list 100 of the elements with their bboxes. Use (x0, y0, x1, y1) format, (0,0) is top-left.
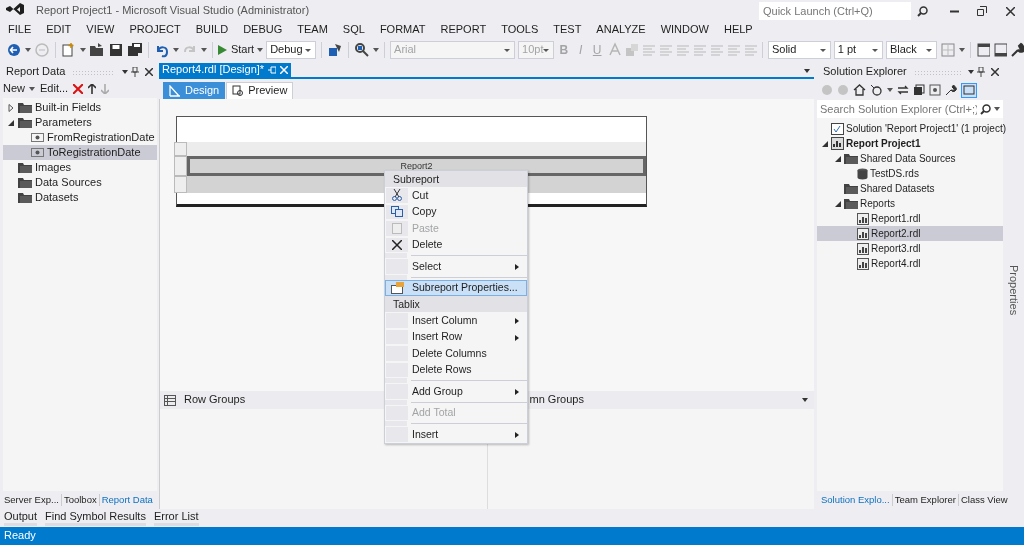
footer-icon[interactable] (992, 42, 1007, 58)
menu-item[interactable]: BUILD (195, 23, 229, 37)
new-button[interactable]: New (3, 82, 35, 96)
menu-item[interactable]: VIEW (86, 23, 115, 37)
menu-item[interactable]: Insert Column (385, 312, 527, 329)
menu-item[interactable]: FORMAT (379, 23, 426, 37)
expander-icon[interactable] (7, 103, 15, 112)
tree-item[interactable]: Images (3, 160, 157, 175)
caret-icon[interactable] (29, 87, 35, 91)
start-button[interactable]: Start (217, 43, 255, 57)
save-all-icon[interactable] (126, 42, 143, 58)
panel-tab[interactable]: Solution Explo... (819, 494, 893, 506)
menu-item[interactable]: Copy (385, 203, 527, 220)
menu-item[interactable]: REPORT (440, 23, 487, 37)
caret-icon[interactable] (79, 48, 86, 52)
view-tab[interactable]: Preview (226, 82, 294, 99)
tree-item[interactable]: FromRegistrationDate (3, 130, 157, 145)
border-width-dropdown[interactable]: 1 pt (833, 41, 883, 59)
font-color-icon[interactable] (607, 42, 621, 58)
menu-item[interactable]: TOOLS (501, 23, 539, 37)
menu-item[interactable]: Select (385, 258, 527, 275)
dropdown-icon[interactable] (802, 398, 808, 402)
tree-item[interactable]: Report Project1 (817, 136, 1003, 151)
dropdown-icon[interactable] (968, 70, 974, 74)
panel-tab[interactable]: Class View (958, 494, 1010, 506)
expander-icon[interactable] (834, 199, 842, 208)
menu-item[interactable]: HELP (723, 23, 753, 37)
new-project-icon[interactable] (60, 42, 77, 58)
configuration-dropdown[interactable]: Debug (266, 41, 317, 59)
wrench-icon[interactable] (1009, 42, 1024, 58)
dropdown-icon[interactable] (804, 69, 810, 73)
menu-item[interactable]: ANALYZE (596, 23, 646, 37)
menu-item[interactable]: Delete Columns (385, 345, 527, 362)
caret-icon[interactable] (887, 88, 893, 92)
tree-item[interactable]: Data Sources (3, 175, 157, 190)
tree-item[interactable]: Datasets (3, 190, 157, 205)
quick-launch-field[interactable]: Quick Launch (Ctrl+Q) (759, 2, 911, 20)
show-files-icon[interactable] (929, 84, 941, 96)
row-handle[interactable] (174, 142, 187, 156)
subreport[interactable]: Report2 (187, 156, 646, 176)
tree-item[interactable]: Shared Data Sources (817, 151, 1003, 166)
search-field[interactable]: Search Solution Explorer (Ctrl+;) (817, 100, 1003, 118)
border-color-dropdown[interactable]: Black (885, 41, 937, 59)
back-icon[interactable] (6, 42, 22, 58)
menu-item[interactable]: TEST (553, 23, 582, 37)
menu-item[interactable]: Delete (385, 236, 527, 253)
menu-item[interactable]: EDIT (46, 23, 72, 37)
expander-icon[interactable] (821, 139, 829, 148)
tree-item[interactable]: Shared Datasets (817, 181, 1003, 196)
history-icon[interactable] (870, 84, 883, 96)
panel-tab[interactable]: Server Exp... (2, 494, 62, 506)
panel-tab[interactable]: Team Explorer (892, 494, 959, 506)
save-icon[interactable] (107, 42, 124, 58)
tree-item[interactable]: Parameters (3, 115, 157, 130)
open-folder-icon[interactable] (88, 42, 105, 58)
menu-item[interactable]: SQL (342, 23, 365, 37)
pin-icon[interactable] (977, 67, 985, 77)
edit-button[interactable]: Edit... (40, 82, 69, 96)
menu-item[interactable]: DEBUG (243, 23, 283, 37)
caret-icon[interactable] (257, 48, 264, 52)
delete-icon[interactable] (73, 84, 84, 94)
menu-item[interactable]: Insert Row (385, 328, 527, 345)
tree-item[interactable]: Report3.rdl (817, 241, 1003, 256)
tree-item[interactable]: Report2.rdl (817, 226, 1003, 241)
row-handle[interactable] (174, 156, 187, 176)
caret-icon[interactable] (994, 107, 1000, 111)
menu-item[interactable]: FILE (8, 23, 32, 37)
close-icon[interactable] (991, 68, 999, 76)
attach-icon[interactable] (327, 42, 344, 58)
close-icon[interactable] (145, 68, 153, 76)
sync-icon[interactable] (897, 84, 909, 96)
tree-item[interactable]: Report4.rdl (817, 256, 1003, 271)
expander-icon[interactable] (7, 118, 15, 127)
menu-item[interactable]: Add Group (385, 383, 527, 400)
menu-item[interactable]: Insert (385, 426, 527, 443)
search-icon[interactable] (917, 5, 928, 17)
home-icon[interactable] (853, 84, 866, 96)
menu-item[interactable]: TEAM (297, 23, 328, 37)
tree-item[interactable]: ToRegistrationDate (3, 145, 157, 160)
panel-tab[interactable]: Toolbox (61, 494, 100, 506)
find-icon[interactable] (354, 42, 371, 58)
header-icon[interactable] (975, 42, 990, 58)
collapse-icon[interactable] (913, 84, 925, 96)
caret-icon[interactable] (25, 48, 31, 52)
background-color-icon[interactable] (624, 42, 638, 58)
tree-item[interactable]: Reports (817, 196, 1003, 211)
menu-item[interactable]: WINDOW (660, 23, 709, 37)
wrench-icon[interactable] (945, 84, 957, 96)
search-icon[interactable] (980, 103, 991, 115)
caret-icon[interactable] (959, 48, 965, 52)
menu-item[interactable]: Delete Rows (385, 361, 527, 378)
row-handle[interactable] (174, 176, 187, 193)
tree-item[interactable]: Built-in Fields (3, 100, 157, 115)
menu-item[interactable]: PROJECT (129, 23, 181, 37)
pin-icon[interactable] (131, 67, 139, 77)
tree-item[interactable]: Report1.rdl (817, 211, 1003, 226)
menu-item[interactable]: Subreport Properties... (385, 279, 527, 296)
border-style-dropdown[interactable]: Solid (767, 41, 831, 59)
menu-item[interactable]: Cut (385, 187, 527, 204)
tree-item[interactable]: TestDS.rds (817, 166, 1003, 181)
